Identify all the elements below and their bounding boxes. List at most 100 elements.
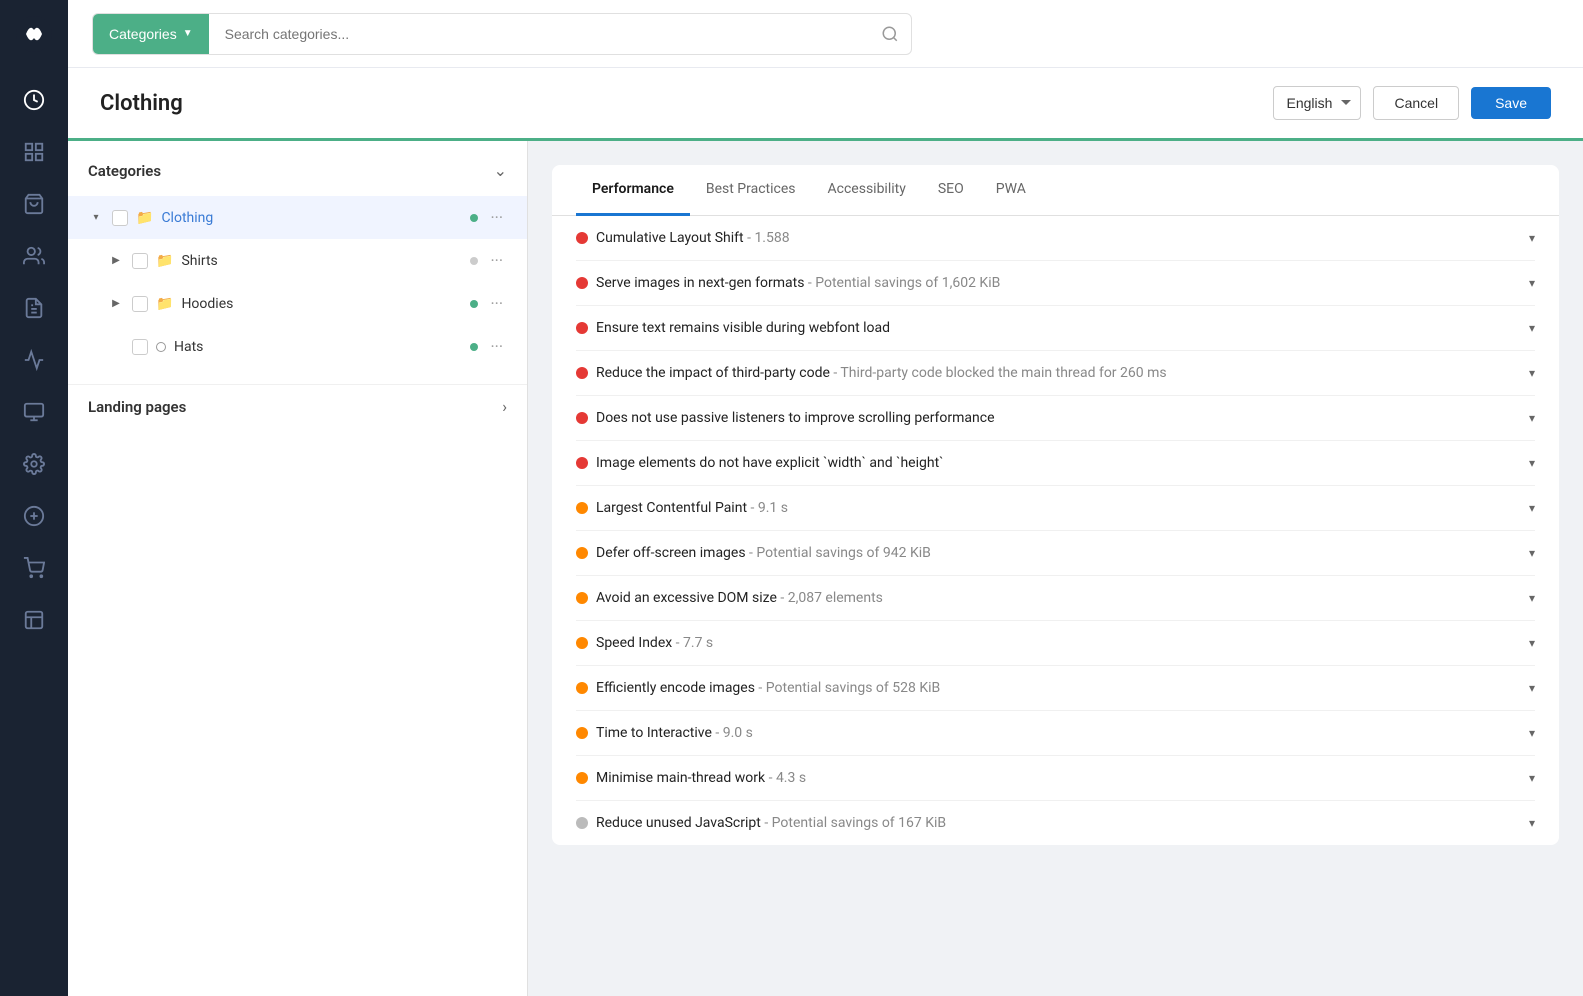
metric-dot <box>576 727 588 739</box>
categories-chevron-icon: ▼ <box>183 28 193 39</box>
tree-more-hoodies[interactable]: ··· <box>486 290 507 317</box>
folder-icon-clothing: 📁 <box>136 210 153 226</box>
search-input[interactable] <box>209 14 869 54</box>
metric-item: Does not use passive listeners to improv… <box>576 396 1535 441</box>
tree-checkbox-shirts[interactable] <box>132 253 148 269</box>
metric-expand-chevron[interactable]: ▾ <box>1529 726 1535 740</box>
metric-expand-chevron[interactable]: ▾ <box>1529 546 1535 560</box>
tree-item-clothing[interactable]: ▾ 📁 Clothing ··· <box>68 196 527 239</box>
landing-pages-section[interactable]: Landing pages › <box>68 384 527 428</box>
metric-expand-chevron[interactable]: ▾ <box>1529 321 1535 335</box>
metric-dot <box>576 322 588 334</box>
tree-status-hoodies <box>470 300 478 308</box>
metric-expand-chevron[interactable]: ▾ <box>1529 681 1535 695</box>
metric-dot <box>576 232 588 244</box>
tree-item-shirts[interactable]: ▶ 📁 Shirts ··· <box>68 239 527 282</box>
metric-expand-chevron[interactable]: ▾ <box>1529 411 1535 425</box>
metric-expand-chevron[interactable]: ▾ <box>1529 501 1535 515</box>
metric-subtext: - 2,087 elements <box>777 590 883 606</box>
sidebar-item-products[interactable] <box>10 180 58 228</box>
metric-dot <box>576 547 588 559</box>
metric-dot <box>576 592 588 604</box>
metric-expand-chevron[interactable]: ▾ <box>1529 276 1535 290</box>
metric-expand-chevron[interactable]: ▾ <box>1529 771 1535 785</box>
metric-subtext: - 9.1 s <box>747 500 788 516</box>
metric-dot <box>576 502 588 514</box>
page-header-actions: English Cancel Save <box>1273 86 1551 120</box>
metrics-list: Cumulative Layout Shift - 1.588▾ Serve im… <box>552 216 1559 845</box>
metric-expand-chevron[interactable]: ▾ <box>1529 816 1535 830</box>
logo[interactable] <box>0 0 68 68</box>
tab-best-practices[interactable]: Best Practices <box>690 165 812 216</box>
metric-text: Largest Contentful Paint - 9.1 s <box>596 500 1521 516</box>
sidebar <box>0 0 68 996</box>
metric-dot <box>576 367 588 379</box>
performance-card: Performance Best Practices Accessibility… <box>552 165 1559 845</box>
metric-item: Serve images in next-gen formats - Poten… <box>576 261 1535 306</box>
tab-performance[interactable]: Performance <box>576 165 690 216</box>
tab-seo[interactable]: SEO <box>922 165 980 216</box>
metric-text: Minimise main-thread work - 4.3 s <box>596 770 1521 786</box>
circle-icon-hats <box>156 342 166 352</box>
metric-item: Largest Contentful Paint - 9.1 s ▾ <box>576 486 1535 531</box>
tree-checkbox-hoodies[interactable] <box>132 296 148 312</box>
metric-subtext: - Potential savings of 942 KiB <box>746 545 931 561</box>
metric-item: Cumulative Layout Shift - 1.588▾ <box>576 216 1535 261</box>
sidebar-item-catalog[interactable] <box>10 128 58 176</box>
tree-toggle-clothing[interactable]: ▾ <box>88 210 104 226</box>
categories-chevron-icon: ⌄ <box>494 161 507 180</box>
tree-checkbox-clothing[interactable] <box>112 210 128 226</box>
metric-expand-chevron[interactable]: ▾ <box>1529 591 1535 605</box>
categories-section-header[interactable]: Categories ⌄ <box>68 161 527 196</box>
search-bar: Categories ▼ <box>92 13 912 55</box>
folder-icon-shirts: 📁 <box>156 253 173 269</box>
sidebar-item-promotions[interactable] <box>10 336 58 384</box>
metric-item: Time to Interactive - 9.0 s▾ <box>576 711 1535 756</box>
sidebar-item-integrations[interactable] <box>10 388 58 436</box>
sidebar-item-settings[interactable] <box>10 440 58 488</box>
sidebar-item-add[interactable] <box>10 492 58 540</box>
metric-item: Efficiently encode images - Potential sa… <box>576 666 1535 711</box>
sidebar-item-users[interactable] <box>10 232 58 280</box>
landing-pages-title: Landing pages <box>88 398 186 416</box>
metric-dot <box>576 682 588 694</box>
metric-subtext: - Third-party code blocked the main thre… <box>830 365 1167 381</box>
tabs: Performance Best Practices Accessibility… <box>552 165 1559 216</box>
categories-button[interactable]: Categories ▼ <box>93 14 209 54</box>
metric-expand-chevron[interactable]: ▾ <box>1529 231 1535 245</box>
metric-dot <box>576 412 588 424</box>
metric-text: Does not use passive listeners to improv… <box>596 410 1521 426</box>
sidebar-item-dashboard[interactable] <box>10 76 58 124</box>
metric-expand-chevron[interactable]: ▾ <box>1529 636 1535 650</box>
save-button[interactable]: Save <box>1471 87 1551 119</box>
sidebar-item-orders[interactable] <box>10 284 58 332</box>
tree-more-shirts[interactable]: ··· <box>486 247 507 274</box>
metric-text: Speed Index - 7.7 s <box>596 635 1521 651</box>
sidebar-item-cart[interactable] <box>10 544 58 592</box>
categories-section-title: Categories <box>88 162 161 180</box>
tab-accessibility[interactable]: Accessibility <box>812 165 922 216</box>
metric-expand-chevron[interactable]: ▾ <box>1529 366 1535 380</box>
cancel-button[interactable]: Cancel <box>1373 86 1459 120</box>
tree-more-clothing[interactable]: ··· <box>486 204 507 231</box>
tree-toggle-hoodies[interactable]: ▶ <box>108 296 124 312</box>
metric-subtext: - Potential savings of 528 KiB <box>755 680 940 696</box>
tree-item-hats[interactable]: Hats ··· <box>68 325 527 368</box>
metric-text: Serve images in next-gen formats - Poten… <box>596 275 1521 291</box>
tab-pwa[interactable]: PWA <box>980 165 1042 216</box>
tree-status-shirts <box>470 257 478 265</box>
sidebar-item-analytics[interactable] <box>10 596 58 644</box>
language-select[interactable]: English <box>1273 86 1361 120</box>
landing-pages-chevron-icon: › <box>502 397 507 416</box>
metric-dot <box>576 637 588 649</box>
tree-toggle-shirts[interactable]: ▶ <box>108 253 124 269</box>
metric-subtext: - 7.7 s <box>672 635 713 651</box>
tree-checkbox-hats[interactable] <box>132 339 148 355</box>
search-button[interactable] <box>869 14 911 54</box>
metric-dot <box>576 817 588 829</box>
tree-more-hats[interactable]: ··· <box>486 333 507 360</box>
tree-item-hoodies[interactable]: ▶ 📁 Hoodies ··· <box>68 282 527 325</box>
topbar: Categories ▼ <box>68 0 1583 68</box>
metric-expand-chevron[interactable]: ▾ <box>1529 456 1535 470</box>
metric-item: Reduce unused JavaScript - Potential sav… <box>576 801 1535 845</box>
